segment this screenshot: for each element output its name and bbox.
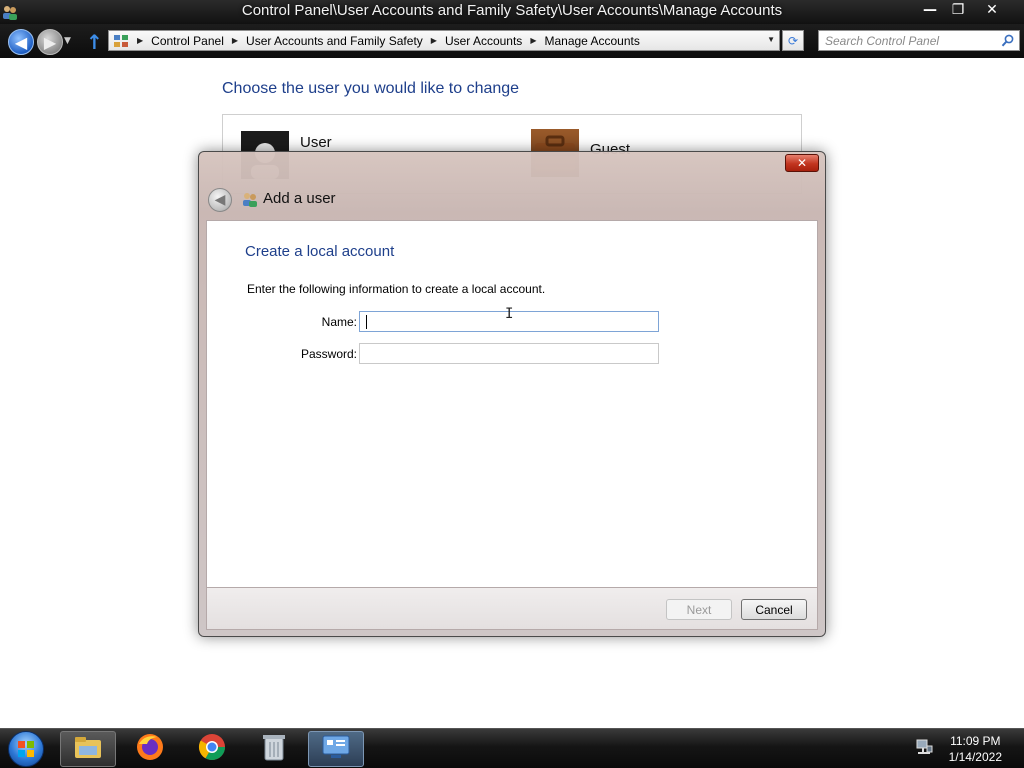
dialog-title: Add a user (263, 190, 336, 207)
navigation-bar: ◀ ▶ ▼ ↑ ▶ Control Panel ▶ User Accounts … (0, 24, 1024, 58)
account-name-user[interactable]: User (300, 134, 332, 151)
windows-logo-icon (8, 731, 44, 767)
instruction-text: Enter the following information to creat… (247, 282, 546, 296)
address-dropdown-icon[interactable]: ▼ (767, 35, 775, 44)
window-titlebar: Control Panel\User Accounts and Family S… (0, 0, 1024, 24)
back-arrow-icon: ◀ (14, 32, 28, 52)
breadcrumb-user-accounts-family-safety[interactable]: User Accounts and Family Safety (246, 34, 423, 48)
ibeam-cursor-icon: I (505, 306, 514, 322)
breadcrumb-user-accounts[interactable]: User Accounts (445, 34, 522, 48)
refresh-button[interactable]: ⟳ (782, 30, 804, 51)
refresh-icon: ⟳ (787, 33, 799, 48)
dialog-back-button[interactable]: ◀ (208, 188, 232, 212)
folder-icon (73, 734, 103, 764)
clock-time: 11:09 PM (950, 734, 1001, 748)
dialog-footer: Next Cancel (206, 588, 818, 630)
chrome-icon (197, 732, 227, 766)
forward-button[interactable]: ▶ (37, 29, 63, 55)
breadcrumb-separator-root[interactable]: ▶ (133, 36, 151, 45)
dialog-close-button[interactable]: ✕ (785, 154, 819, 172)
back-arrow-icon: ◀ (214, 192, 226, 208)
restore-button[interactable]: ❐ (944, 0, 972, 20)
system-clock[interactable]: 11:09 PM 1/14/2022 (949, 733, 1002, 765)
start-button[interactable] (4, 731, 48, 767)
taskbar-firefox[interactable] (122, 731, 178, 767)
page-heading: Choose the user you would like to change (222, 80, 520, 97)
password-label: Password: (300, 347, 357, 361)
recycle-bin-icon (261, 732, 287, 766)
network-icon[interactable] (914, 737, 934, 761)
users-icon (241, 191, 259, 211)
taskbar-recycle-bin[interactable] (246, 731, 302, 767)
recent-pages-dropdown-icon[interactable]: ▼ (64, 36, 71, 46)
breadcrumb-separator[interactable]: ▶ (423, 36, 445, 45)
taskbar-control-panel[interactable] (308, 731, 364, 767)
control-panel-icon (321, 734, 351, 764)
taskbar: 11:09 PM 1/14/2022 (0, 728, 1024, 768)
add-user-dialog: ✕ ◀ Add a user Create a local account En… (198, 151, 826, 637)
dialog-body: Create a local account Enter the followi… (206, 220, 818, 588)
clock-date: 1/14/2022 (948, 750, 1002, 764)
close-window-button[interactable]: ✕ (972, 0, 1012, 20)
text-caret (366, 315, 367, 329)
create-account-heading: Create a local account (245, 243, 395, 260)
window-title: Control Panel\User Accounts and Family S… (241, 2, 783, 19)
taskbar-chrome[interactable] (184, 731, 240, 767)
address-bar[interactable]: ▶ Control Panel ▶ User Accounts and Fami… (108, 30, 780, 51)
cancel-button[interactable]: Cancel (741, 599, 807, 620)
back-button[interactable]: ◀ (8, 29, 34, 55)
password-input[interactable] (359, 343, 659, 364)
up-arrow-icon[interactable]: ↑ (86, 30, 103, 54)
search-icon[interactable] (1001, 34, 1015, 51)
control-panel-icon (113, 34, 129, 48)
breadcrumb-manage-accounts[interactable]: Manage Accounts (544, 34, 639, 48)
minimize-button[interactable]: — (916, 0, 944, 20)
taskbar-file-explorer[interactable] (60, 731, 116, 767)
breadcrumb-separator[interactable]: ▶ (522, 36, 544, 45)
forward-arrow-icon: ▶ (43, 32, 57, 52)
search-placeholder: Search Control Panel (825, 34, 940, 48)
breadcrumb-separator[interactable]: ▶ (224, 36, 246, 45)
firefox-icon (135, 732, 165, 766)
breadcrumb-control-panel[interactable]: Control Panel (151, 34, 224, 48)
next-button[interactable]: Next (666, 599, 732, 620)
search-input[interactable]: Search Control Panel (818, 30, 1020, 51)
name-label: Name: (321, 315, 357, 329)
